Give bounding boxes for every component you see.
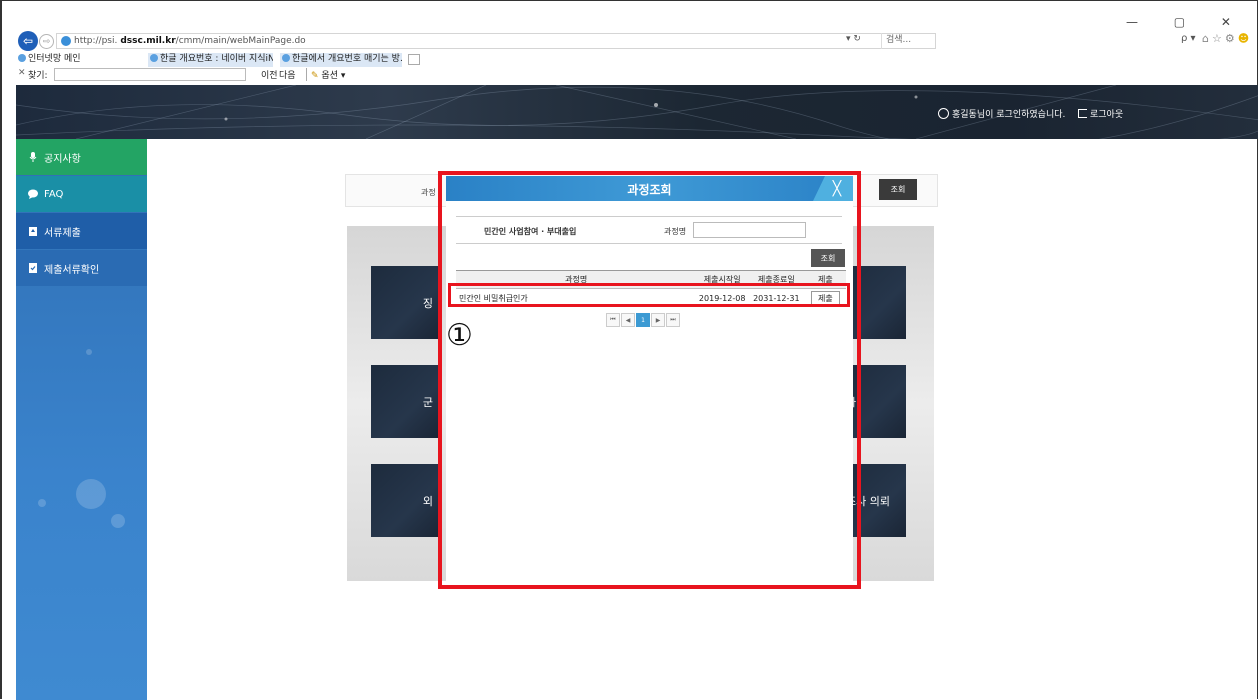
refresh-button[interactable]: ▾ ↻ bbox=[846, 34, 861, 44]
logout-link[interactable]: 로그아웃 bbox=[1078, 107, 1123, 120]
menu-card[interactable]: 외 bbox=[371, 464, 441, 537]
sidebar-item-label: FAQ bbox=[44, 188, 64, 200]
login-message: 홍길동님이 로그인하였습니다. bbox=[952, 110, 1066, 120]
find-close-icon[interactable]: ✕ bbox=[18, 68, 26, 78]
check-document-icon bbox=[29, 263, 37, 273]
menu-card-label: 징 bbox=[422, 296, 433, 310]
decorative-bubble bbox=[111, 514, 125, 528]
step-number-marker: ① bbox=[446, 318, 473, 353]
url-path: /cmm/main/webMainPage.do bbox=[175, 36, 306, 46]
row-highlight-box bbox=[448, 283, 850, 307]
find-prev-button[interactable]: 이전 bbox=[261, 68, 278, 81]
window-controls[interactable]: — ▢ ✕ bbox=[1126, 15, 1247, 29]
browser-search-input[interactable]: 검색... bbox=[881, 33, 1131, 49]
sidebar-item-submit[interactable]: 서류제출 bbox=[16, 213, 147, 249]
modal-highlight-box bbox=[438, 171, 861, 589]
gear-icon[interactable]: ⚙ bbox=[1225, 32, 1238, 45]
user-icon bbox=[938, 108, 949, 119]
logout-icon bbox=[1078, 109, 1087, 118]
tab-label: 한글 개요번호 : 네이버 지식iN... bbox=[160, 54, 273, 64]
sidebar: 공지사항 FAQ 서류제출 제출서류확인 bbox=[16, 139, 147, 700]
ie-tab-icon bbox=[282, 54, 290, 62]
home-icon[interactable]: ⌂ bbox=[1202, 32, 1212, 45]
logout-label: 로그아웃 bbox=[1090, 110, 1124, 120]
tab-label: 인터넷망 메인 bbox=[28, 54, 81, 64]
star-icon[interactable]: ☆ bbox=[1212, 32, 1225, 45]
course-search-label: 과정 bbox=[421, 188, 436, 197]
arrow-right-icon: ⇨ bbox=[42, 36, 51, 47]
ie-page-icon bbox=[61, 36, 71, 46]
login-status: 홍길동님이 로그인하였습니다. bbox=[938, 107, 1065, 120]
sidebar-item-label: 공지사항 bbox=[44, 153, 81, 165]
microphone-icon bbox=[29, 152, 37, 162]
bg-search-button[interactable]: 조회 bbox=[879, 179, 917, 200]
tab-strip: 인터넷망 메인 ✕ 한글 개요번호 : 네이버 지식iN... 한글에서 개요번… bbox=[16, 53, 1258, 67]
find-next-button[interactable]: 다음 bbox=[279, 68, 296, 81]
find-bar: ✕ 찾기: 이전 다음 ✎ 옵션 ▾ bbox=[16, 68, 1258, 82]
site-header: 홍길동님이 로그인하였습니다. 로그아웃 bbox=[16, 85, 1258, 139]
sidebar-item-label: 제출서류확인 bbox=[44, 264, 100, 276]
url-host: dssc.mil.kr bbox=[120, 36, 176, 46]
decorative-bubble bbox=[38, 499, 46, 507]
highlight-pen-icon: ✎ bbox=[311, 71, 319, 81]
sidebar-item-check[interactable]: 제출서류확인 bbox=[16, 250, 147, 286]
address-bar-row: ⇦ ⇨ http://psi. dssc.mil.kr/cmm/main/webM… bbox=[16, 31, 1258, 51]
tab-naver-kin[interactable]: 한글 개요번호 : 네이버 지식iN... bbox=[148, 53, 273, 67]
url-field[interactable]: http://psi. dssc.mil.kr/cmm/main/webMainP… bbox=[56, 33, 936, 49]
find-options-label: 옵션 ▾ bbox=[321, 71, 346, 81]
network-lines-decoration bbox=[16, 85, 1258, 139]
browser-search-button[interactable]: ρ ▾ bbox=[1181, 33, 1196, 44]
url-prefix: http://psi. bbox=[74, 36, 118, 46]
ie-tab-icon bbox=[150, 54, 158, 62]
menu-card-label: 외 bbox=[422, 494, 433, 508]
forward-button[interactable]: ⇨ bbox=[39, 34, 54, 49]
upload-document-icon bbox=[29, 227, 37, 236]
find-options-button[interactable]: ✎ 옵션 ▾ bbox=[306, 68, 345, 81]
sidebar-item-label: 서류제출 bbox=[44, 227, 81, 239]
find-input[interactable] bbox=[54, 68, 246, 81]
sidebar-item-notice[interactable]: 공지사항 bbox=[16, 139, 147, 175]
menu-card-label: 군 bbox=[422, 395, 433, 409]
ie-tab-icon bbox=[18, 54, 26, 62]
chat-bubble-icon bbox=[28, 189, 38, 199]
tab-label: 한글에서 개요번호 매기는 방... bbox=[292, 54, 402, 64]
new-tab-button[interactable] bbox=[408, 54, 420, 65]
browser-toolbar-icons: ⌂☆⚙☻ bbox=[1202, 32, 1252, 45]
tab-hangul-outline[interactable]: 한글에서 개요번호 매기는 방... bbox=[280, 53, 402, 67]
decorative-bubble bbox=[76, 479, 106, 509]
browser-window: — ▢ ✕ ⇦ ⇨ http://psi. dssc.mil.kr/cmm/mai… bbox=[0, 0, 1258, 700]
feedback-smiley-icon[interactable]: ☻ bbox=[1238, 32, 1252, 45]
sidebar-item-faq[interactable]: FAQ bbox=[16, 176, 147, 212]
menu-card[interactable]: 군 bbox=[371, 365, 441, 438]
find-label: 찾기: bbox=[28, 71, 48, 81]
arrow-left-icon: ⇦ bbox=[22, 34, 34, 48]
menu-card[interactable]: 징 bbox=[371, 266, 441, 339]
back-button[interactable]: ⇦ bbox=[18, 31, 38, 51]
decorative-bubble bbox=[86, 349, 92, 355]
